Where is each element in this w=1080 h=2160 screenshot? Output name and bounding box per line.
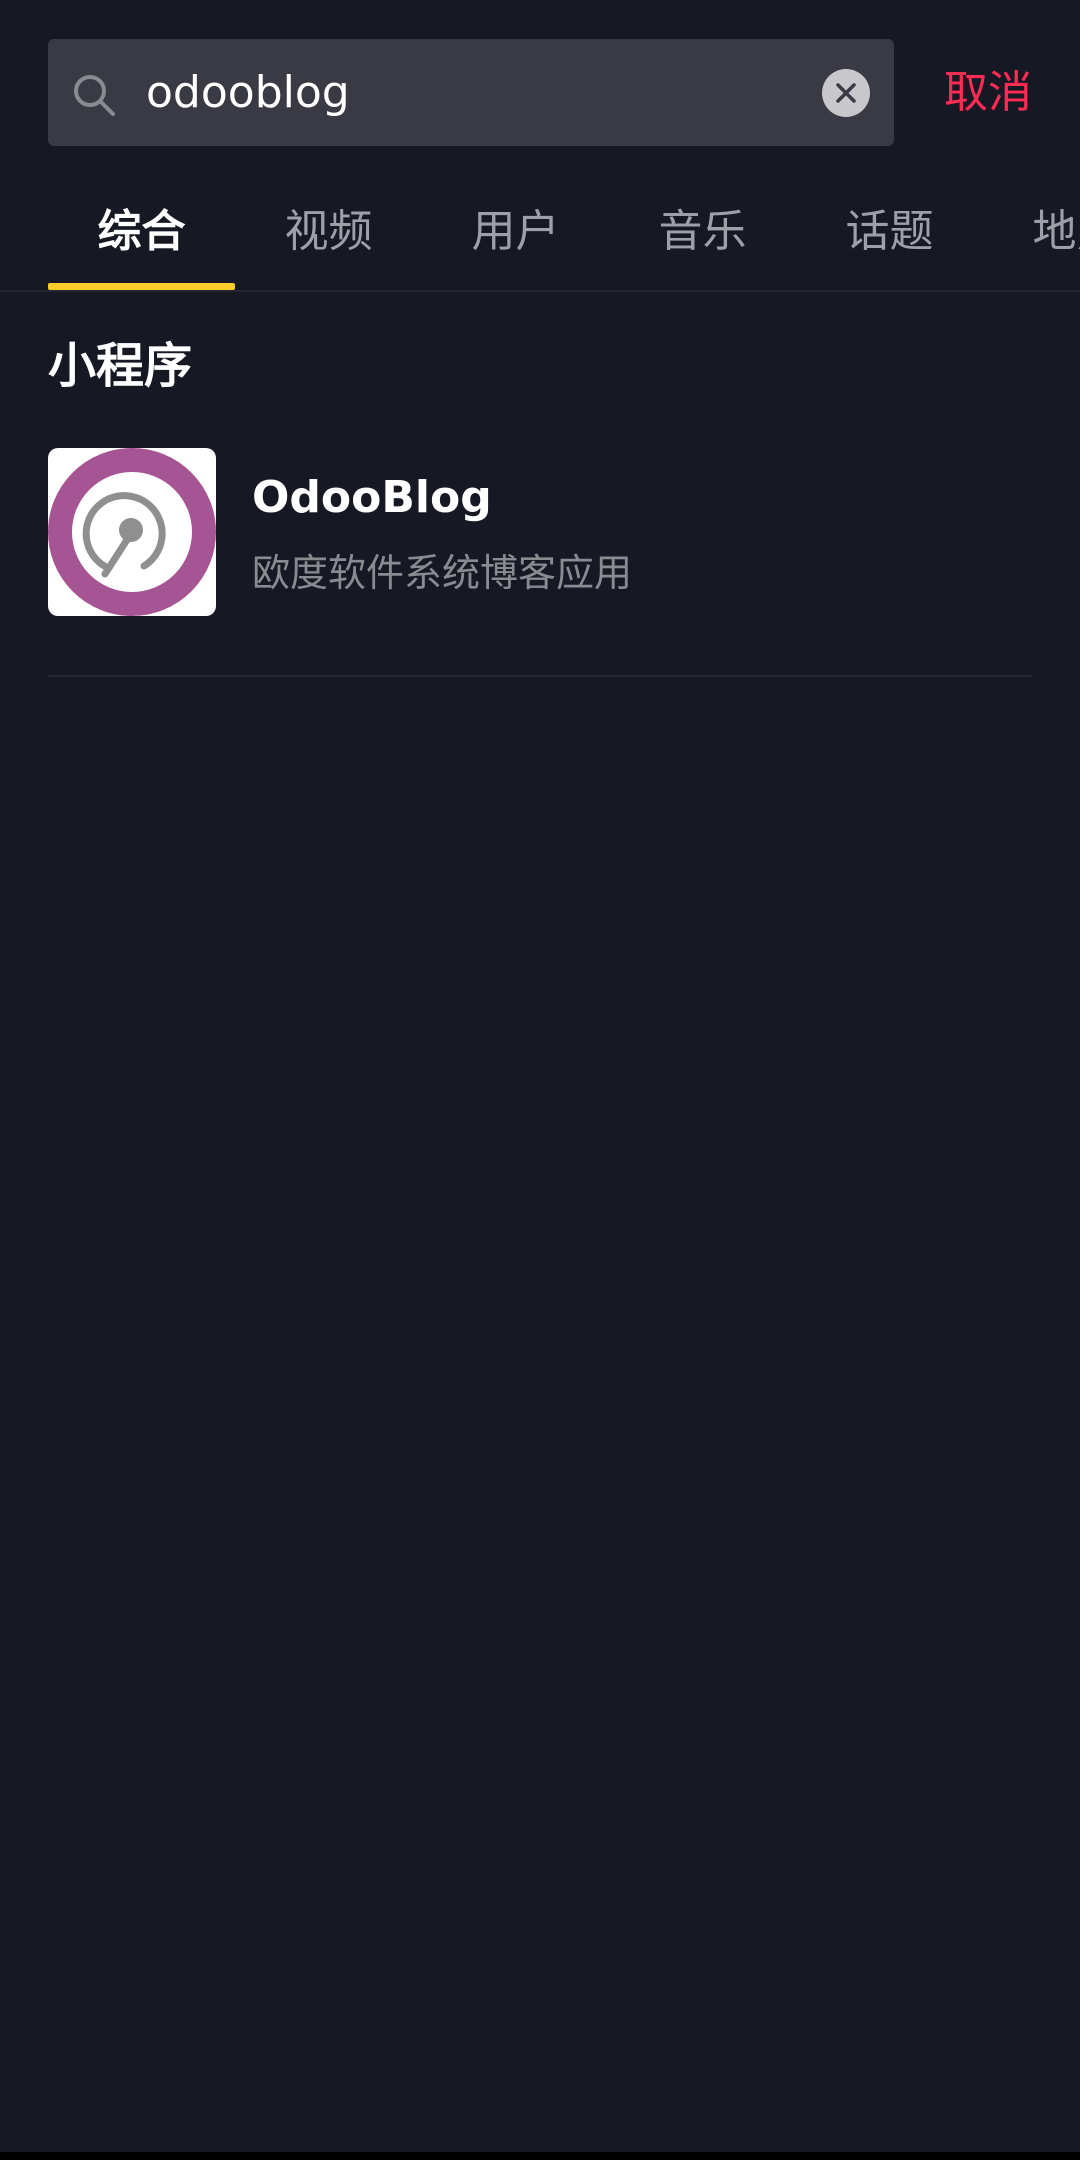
clear-search-button[interactable] xyxy=(822,69,870,117)
cancel-button[interactable]: 取消 xyxy=(944,39,1032,146)
tab-comprehensive[interactable]: 综合 xyxy=(48,170,235,290)
close-icon xyxy=(836,83,856,103)
tabs-divider xyxy=(0,290,1080,292)
tab-locations[interactable]: 地点 xyxy=(983,170,1080,290)
odooblog-logo-icon xyxy=(48,448,216,616)
mini-program-result[interactable]: OdooBlog 欧度软件系统博客应用 xyxy=(48,448,1032,616)
tab-music[interactable]: 音乐 xyxy=(609,170,796,290)
active-tab-indicator xyxy=(48,283,235,290)
tab-topics[interactable]: 话题 xyxy=(796,170,983,290)
search-box[interactable]: odooblog xyxy=(48,39,894,146)
search-bar-row: odooblog 取消 xyxy=(48,39,1032,146)
app-logo xyxy=(48,448,216,616)
search-result-tabs: 综合 视频 用户 音乐 话题 地点 xyxy=(0,170,1080,290)
search-input[interactable]: odooblog xyxy=(146,39,350,146)
bottom-edge xyxy=(0,2152,1080,2160)
tab-videos[interactable]: 视频 xyxy=(235,170,422,290)
result-divider xyxy=(48,675,1032,677)
app-description: 欧度软件系统博客应用 xyxy=(252,551,633,595)
tab-users[interactable]: 用户 xyxy=(422,170,609,290)
search-icon xyxy=(74,75,115,116)
section-title-mini-programs: 小程序 xyxy=(48,338,193,394)
app-name: OdooBlog xyxy=(252,472,492,523)
